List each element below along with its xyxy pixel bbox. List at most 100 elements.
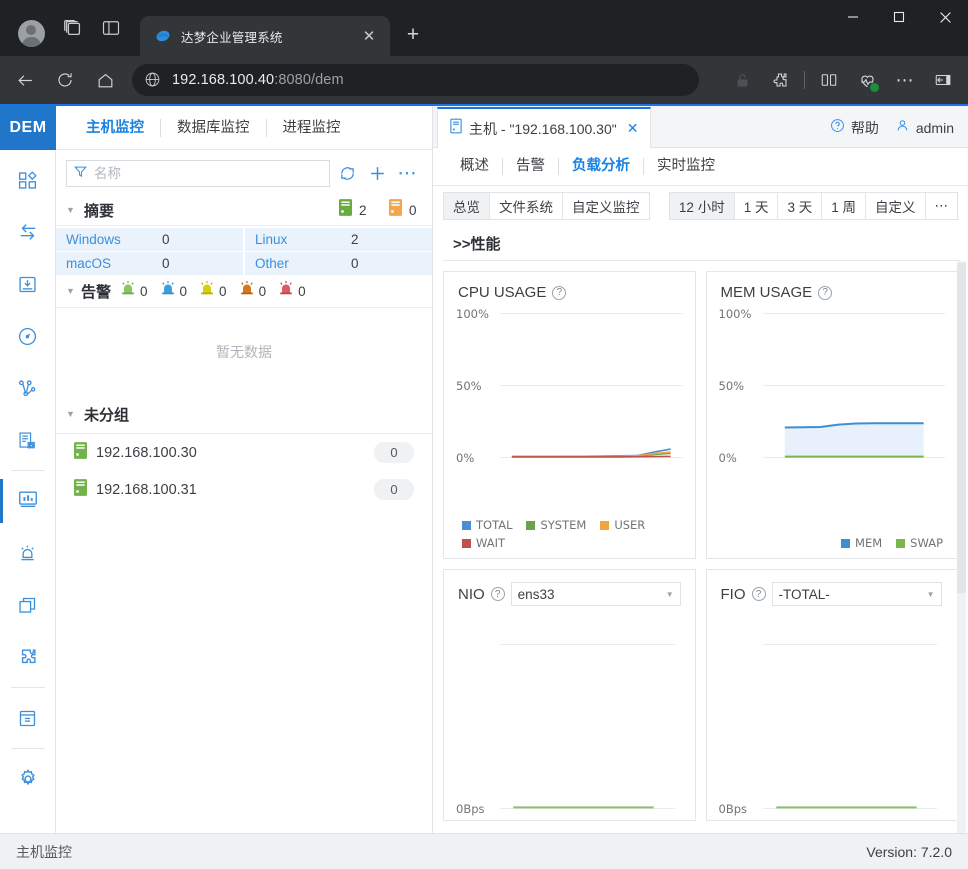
range-custom[interactable]: 自定义 [866,193,926,219]
data-transfer-icon[interactable] [0,206,56,258]
split-screen-icon[interactable] [810,63,848,97]
help-icon[interactable]: ? [818,285,833,300]
charts-scroll-area: CPU USAGE ? 100% 50% 0% TOTAL SYSTEM USE… [433,261,968,833]
view-segmented-control: 总览 文件系统 自定义监控 [443,192,650,220]
summary-header[interactable]: ▼ 摘要 2 0 [56,195,432,226]
browser-more-icon[interactable]: ⋯ [886,63,924,97]
help-icon[interactable]: ? [490,587,505,601]
legend-item[interactable]: USER [600,518,645,532]
os-cell-macos[interactable]: macOS 0 [56,252,243,275]
legend-item[interactable]: TOTAL [462,518,512,532]
seg-custom-monitor[interactable]: 自定义监控 [563,193,649,219]
window-close-button[interactable] [922,0,968,34]
legend-item[interactable]: SYSTEM [526,518,586,532]
fio-device-select[interactable]: -TOTAL- ▼ [771,582,942,606]
chart-title-row: MEM USAGE ? [707,272,958,301]
plugin-icon[interactable] [0,631,56,683]
help-icon[interactable]: ? [751,587,766,601]
vertical-scrollbar-thumb[interactable] [957,263,966,593]
close-icon[interactable]: ✕ [627,120,639,137]
backup-icon[interactable] [0,258,56,310]
collapse-icon[interactable] [924,63,962,97]
chevron-down-icon[interactable]: ▼ [66,205,78,215]
help-icon[interactable]: ? [552,285,567,300]
workspaces-icon[interactable] [54,9,92,47]
extensions-icon[interactable] [761,63,799,97]
performance-icon[interactable] [0,310,56,362]
archive-icon[interactable] [0,692,56,744]
detail-tab-host[interactable]: 主机 - "192.168.100.30" ✕ [437,107,652,148]
topnav-item-process-monitor[interactable]: 进程监控 [267,119,357,137]
alarm-level-4[interactable]: 0 [239,280,266,302]
refresh-icon[interactable] [334,161,360,187]
browser-essentials-icon[interactable] [848,63,886,97]
more-icon[interactable]: ⋯ [394,161,420,187]
os-cell-windows[interactable]: Windows 0 [56,228,243,251]
alarm-level-3[interactable]: 0 [199,280,227,302]
tab-alarm[interactable]: 告警 [503,158,559,175]
lock-icon[interactable] [723,63,761,97]
legend-label: MEM [855,536,883,550]
nio-interface-select[interactable]: ens33 ▼ [510,582,681,606]
alarm-level-2[interactable]: 0 [160,280,187,302]
sidebar-item-monitor[interactable] [0,475,56,527]
app-logo[interactable]: DEM [0,106,56,150]
reload-button[interactable] [46,63,84,97]
server-offline-icon [389,199,402,221]
window-minimize-button[interactable] [830,0,876,34]
alarm-level-1[interactable]: 0 [120,280,148,302]
tab-realtime[interactable]: 实时监控 [644,158,728,175]
help-label[interactable]: 帮助 [851,118,879,138]
legend-item[interactable]: MEM [841,536,882,550]
legend-item[interactable]: WAIT [462,536,682,550]
alarm-level-5[interactable]: 0 [278,280,306,302]
sidebar-toggle-icon[interactable] [92,9,130,47]
mem-legend: MEM SWAP [841,536,943,550]
range-1d[interactable]: 1 天 [735,193,779,219]
address-bar[interactable]: 192.168.100.40:8080/dem [132,64,699,96]
window-maximize-button[interactable] [876,0,922,34]
server-icon [450,118,462,139]
topnav-item-db-monitor[interactable]: 数据库监控 [161,118,267,137]
deploy-icon[interactable] [0,414,56,466]
detail-tabbar: 主机 - "192.168.100.30" ✕ 帮助 admin [433,106,968,148]
profile-button[interactable] [8,20,54,47]
chevron-down-icon[interactable]: ▼ [66,286,78,296]
chevron-down-icon[interactable]: ▼ [66,410,78,419]
window-controls [830,0,968,34]
range-1w[interactable]: 1 周 [822,193,866,219]
settings-icon[interactable] [0,753,56,805]
legend-item[interactable]: SWAP [896,536,943,550]
user-label[interactable]: admin [916,120,954,136]
range-more-icon[interactable]: ⋯ [926,193,958,219]
rail-divider [10,470,45,471]
topnav-item-host-monitor[interactable]: 主机监控 [70,118,161,137]
dashboard-icon[interactable] [0,154,56,206]
help-icon[interactable] [830,118,845,138]
topology-icon[interactable] [0,362,56,414]
seg-overview[interactable]: 总览 [444,193,490,219]
alarm-icon[interactable] [0,527,56,579]
status-badge: 0 [374,479,414,500]
range-12h[interactable]: 12 小时 [669,193,735,219]
new-tab-button[interactable]: + [398,20,428,50]
alarm-lamp-icon [120,280,136,302]
home-button[interactable] [86,63,124,97]
seg-filesystem[interactable]: 文件系统 [490,193,563,219]
back-button[interactable] [6,63,44,97]
range-3d[interactable]: 3 天 [778,193,823,219]
add-icon[interactable] [364,161,390,187]
tab-load-analysis[interactable]: 负载分析 [559,158,644,175]
alarm-summary-row: ▼ 告警 0 0 0 0 0 [56,275,432,308]
search-box[interactable] [66,160,330,187]
os-cell-other[interactable]: Other 0 [245,252,432,275]
search-input[interactable] [94,166,323,181]
os-cell-linux[interactable]: Linux 2 [245,228,432,251]
group-header[interactable]: ▼ 未分组 [56,396,432,434]
list-item[interactable]: 192.168.100.31 0 [56,471,432,508]
tab-overview[interactable]: 概述 [447,158,503,175]
copies-icon[interactable] [0,579,56,631]
list-item[interactable]: 192.168.100.30 0 [56,434,432,471]
tab-close-icon[interactable]: ✕ [358,25,380,47]
browser-tab[interactable]: 达梦企业管理系统 ✕ [140,16,390,56]
